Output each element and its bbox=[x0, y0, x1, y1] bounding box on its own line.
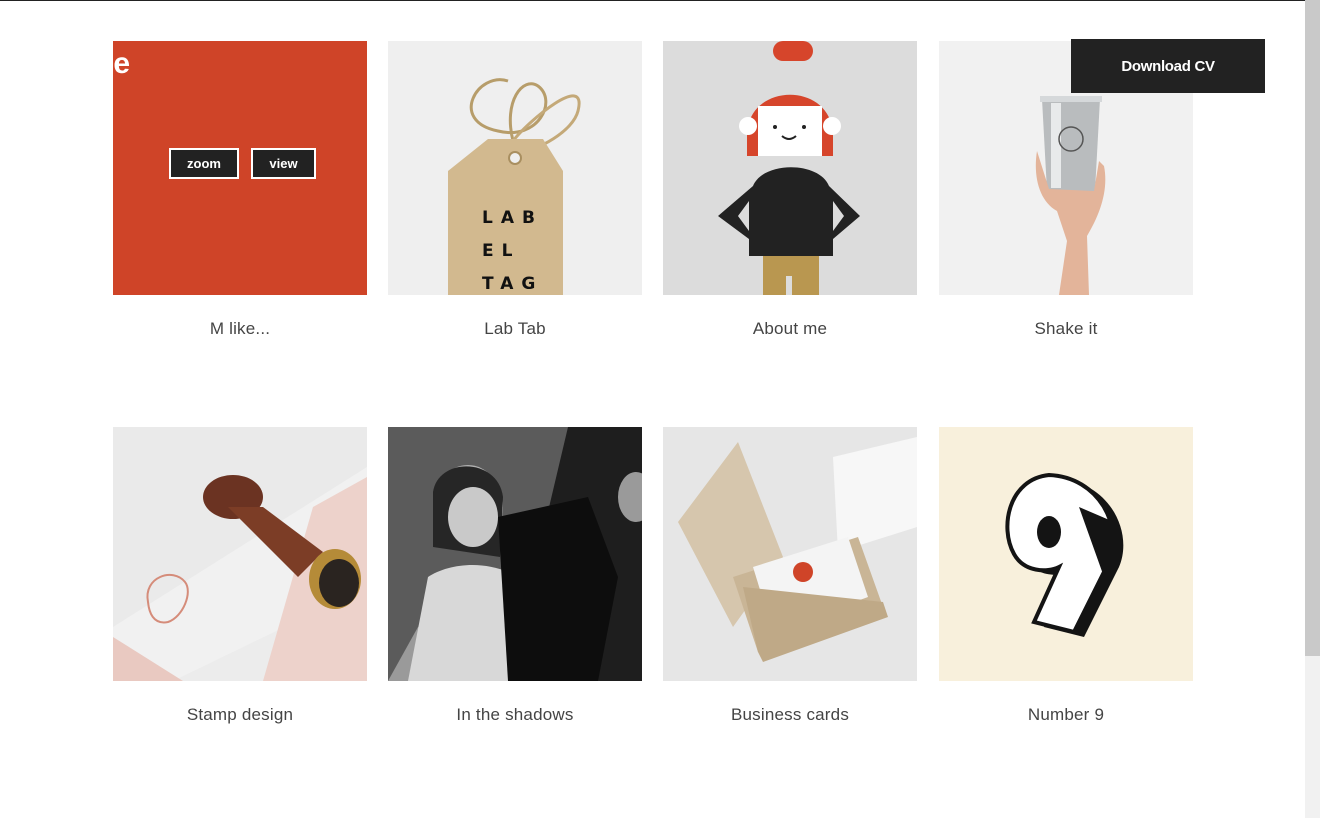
zoom-button[interactable]: zoom bbox=[169, 148, 239, 179]
tag-line-1: LAB bbox=[482, 208, 543, 228]
girl-illustration bbox=[718, 41, 860, 295]
portfolio-caption[interactable]: M like... bbox=[113, 319, 367, 339]
business-card-box-image bbox=[678, 437, 917, 662]
portfolio-caption[interactable]: Lab Tab bbox=[388, 319, 642, 339]
tag-line-2: EL bbox=[482, 241, 521, 261]
tile-overlay-title: ge bbox=[113, 47, 131, 80]
portfolio-caption[interactable]: Business cards bbox=[663, 705, 917, 725]
top-border bbox=[0, 0, 1305, 1]
portfolio-caption[interactable]: In the shadows bbox=[388, 705, 642, 725]
portfolio-tile-stamp-design[interactable] bbox=[113, 427, 367, 681]
number-nine-illustration bbox=[1005, 472, 1124, 637]
tag-line-3: TAG bbox=[482, 274, 544, 294]
portfolio-tile-number-9[interactable] bbox=[939, 427, 1193, 681]
portrait-image bbox=[388, 427, 642, 681]
portfolio-caption[interactable]: Shake it bbox=[939, 319, 1193, 339]
portfolio-tile-in-the-shadows[interactable] bbox=[388, 427, 642, 681]
portfolio-tile-m-like[interactable]: ge zoom view bbox=[113, 41, 367, 295]
portfolio-tile-lab-tab[interactable]: LAB EL TAG bbox=[388, 41, 642, 295]
portfolio-caption[interactable]: Stamp design bbox=[113, 705, 367, 725]
stamp-image bbox=[113, 427, 367, 681]
download-cv-button[interactable]: Download CV bbox=[1071, 39, 1265, 93]
portfolio-caption[interactable]: Number 9 bbox=[939, 705, 1193, 725]
view-button[interactable]: view bbox=[251, 148, 316, 179]
portfolio-caption[interactable]: About me bbox=[663, 319, 917, 339]
portfolio-tile-about-me[interactable] bbox=[663, 41, 917, 295]
scrollbar-thumb[interactable] bbox=[1305, 0, 1320, 656]
portfolio-tile-business-cards[interactable] bbox=[663, 427, 917, 681]
